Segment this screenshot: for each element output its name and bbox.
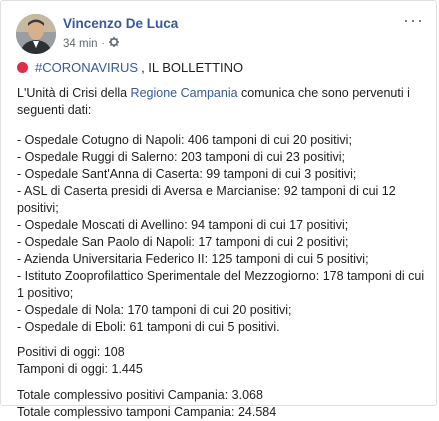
total-summary: Totale complessivo positivi Campania: 3.… — [17, 387, 427, 421]
list-item: - Ospedale Moscati di Avellino: 94 tampo… — [17, 218, 349, 232]
more-options-button[interactable]: ··· — [403, 11, 424, 29]
list-item: - Ospedale Cotugno di Napoli: 406 tampon… — [17, 133, 352, 147]
positivi-oggi: Positivi di oggi: 108 — [17, 345, 125, 359]
intro-paragraph: L'Unità di Crisi della Regione Campania … — [17, 85, 427, 119]
totale-tamponi: Totale complessivo tamponi Campania: 24.… — [17, 405, 277, 419]
avatar[interactable] — [16, 14, 56, 54]
headline-text: , IL BOLLETTINO — [141, 60, 244, 75]
list-item: - Ospedale di Nola: 170 tamponi di cui 2… — [17, 303, 292, 317]
tamponi-oggi: Tamponi di oggi: 1.445 — [17, 362, 143, 376]
list-item: - Ospedale Ruggi di Salerno: 203 tamponi… — [17, 150, 345, 164]
post-time[interactable]: 34 min — [63, 38, 98, 50]
daily-summary: Positivi di oggi: 108 Tamponi di oggi: 1… — [17, 344, 427, 378]
regione-campania-link[interactable]: Regione Campania — [131, 86, 238, 100]
list-item: - Ospedale di Eboli: 61 tamponi di cui 5… — [17, 320, 280, 334]
post-body: #CORONAVIRUS, IL BOLLETTINO L'Unità di C… — [17, 59, 427, 421]
intro-text-start: L'Unità di Crisi della — [17, 86, 131, 100]
hashtag-link[interactable]: #CORONAVIRUS — [35, 60, 138, 75]
facebook-post: Vincenzo De Luca 34 min · ··· #CORONAVIR… — [0, 0, 437, 419]
list-item: - Ospedale Sant'Anna di Caserta: 99 tamp… — [17, 167, 357, 181]
list-item: - Ospedale San Paolo di Napoli: 17 tampo… — [17, 235, 349, 249]
list-item: - ASL di Caserta presidi di Aversa e Mar… — [17, 184, 396, 215]
hospital-list: - Ospedale Cotugno di Napoli: 406 tampon… — [17, 132, 427, 336]
author-name[interactable]: Vincenzo De Luca — [63, 16, 178, 31]
gear-icon[interactable] — [108, 37, 119, 50]
meta-separator: · — [101, 38, 105, 49]
profile-photo — [16, 14, 56, 54]
totale-positivi: Totale complessivo positivi Campania: 3.… — [17, 388, 263, 402]
post-headline: #CORONAVIRUS, IL BOLLETTINO — [17, 59, 427, 76]
list-item: - Istituto Zooprofilattico Sperimentale … — [17, 269, 425, 300]
post-meta: 34 min · — [63, 37, 119, 50]
red-circle-icon — [17, 62, 28, 73]
list-item: - Azienda Universitaria Federico II: 125… — [17, 252, 369, 266]
